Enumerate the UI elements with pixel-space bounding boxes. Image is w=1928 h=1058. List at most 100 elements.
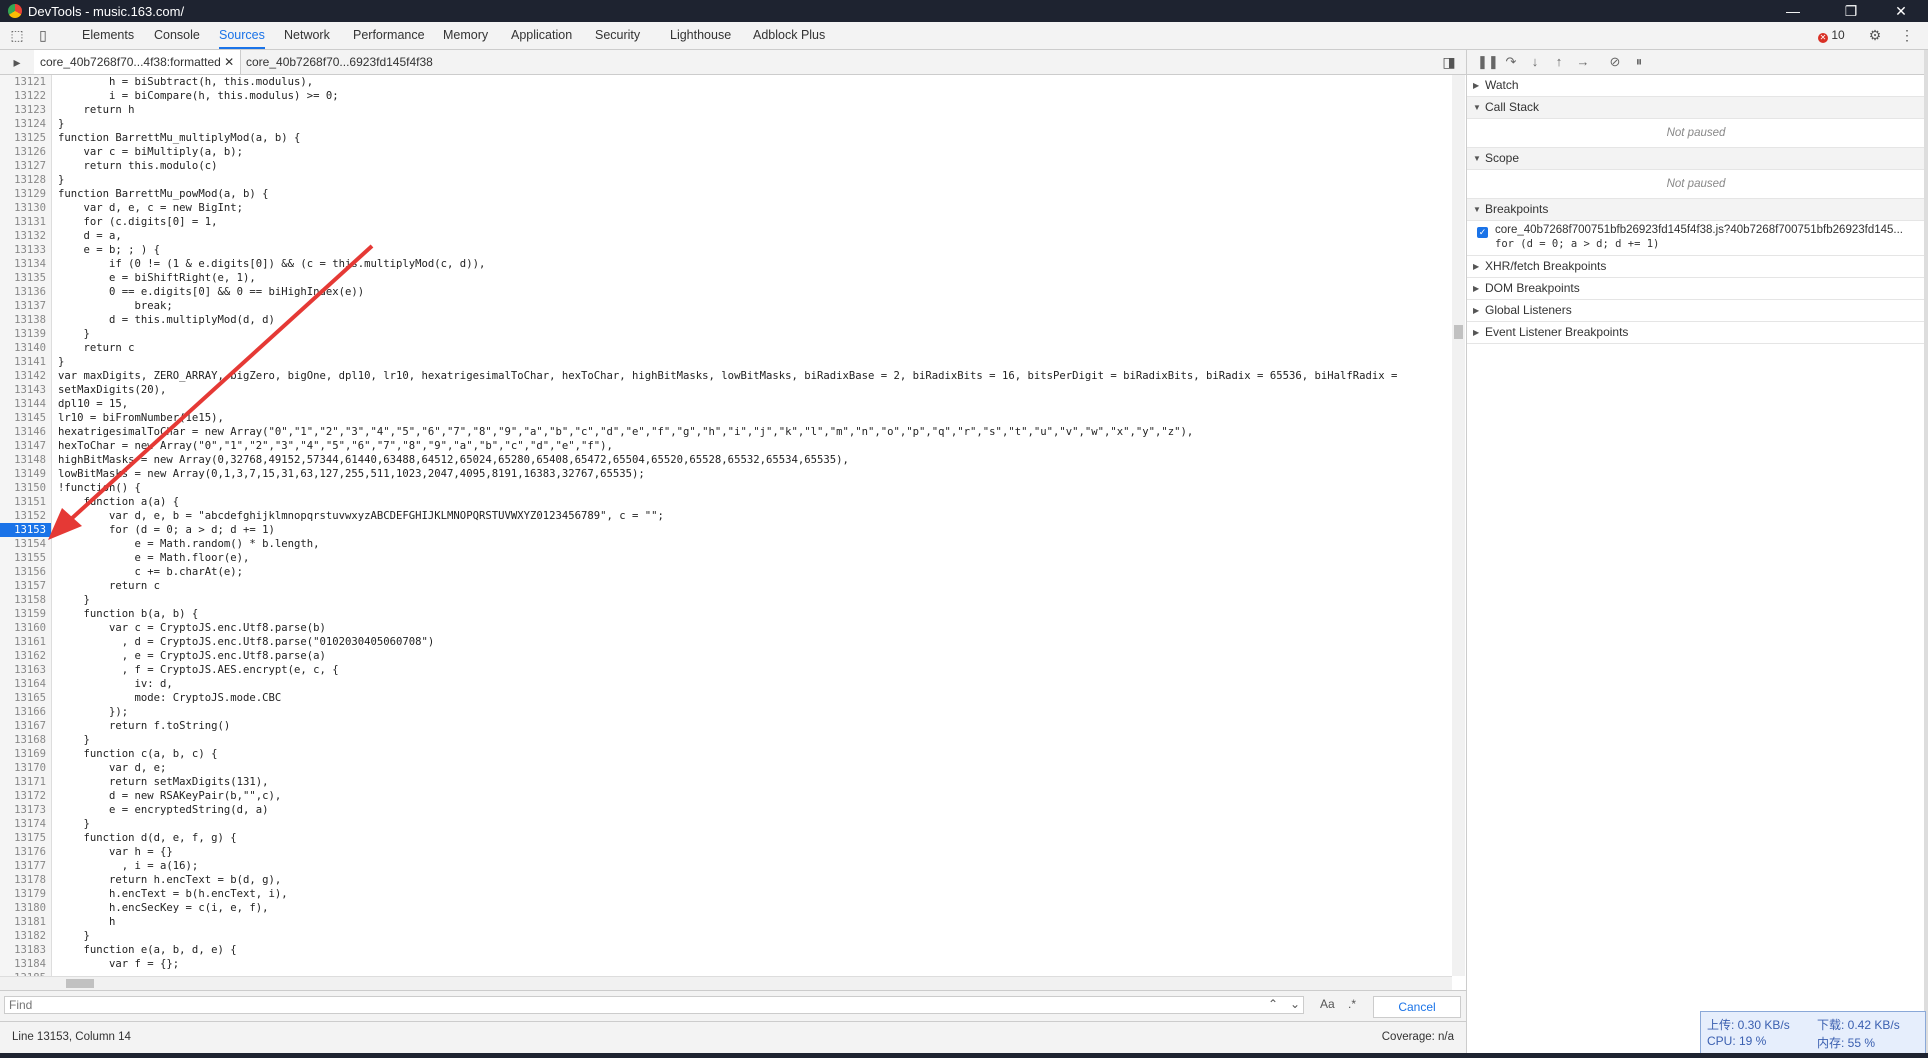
line-number[interactable]: 13163: [0, 663, 52, 677]
code-line[interactable]: 13135 e = biShiftRight(e, 1),: [0, 271, 1452, 285]
code-line[interactable]: 13146 hexatrigesimalToChar = new Array("0…: [0, 425, 1452, 439]
line-number[interactable]: 13157: [0, 579, 52, 593]
line-number[interactable]: 13145: [0, 411, 52, 425]
line-number[interactable]: 13132: [0, 229, 52, 243]
code-line[interactable]: 13175 function d(d, e, f, g) {: [0, 831, 1452, 845]
line-number[interactable]: 13139: [0, 327, 52, 341]
code-line[interactable]: 13145 lr10 = biFromNumber(1e15),: [0, 411, 1452, 425]
line-number[interactable]: 13175: [0, 831, 52, 845]
line-number[interactable]: 13151: [0, 495, 52, 509]
code-line[interactable]: 13154 e = Math.random() * b.length,: [0, 537, 1452, 551]
line-number[interactable]: 13140: [0, 341, 52, 355]
line-number[interactable]: 13179: [0, 887, 52, 901]
code-line[interactable]: 13165 mode: CryptoJS.mode.CBC: [0, 691, 1452, 705]
line-number[interactable]: 13128: [0, 173, 52, 187]
code-line[interactable]: 13140 return c: [0, 341, 1452, 355]
code-line[interactable]: 13183 function e(a, b, d, e) {: [0, 943, 1452, 957]
watch-section[interactable]: ▶ Watch: [1467, 75, 1925, 97]
breakpoints-section[interactable]: ▼ Breakpoints: [1467, 199, 1925, 221]
line-number[interactable]: 13146: [0, 425, 52, 439]
line-number[interactable]: 13180: [0, 901, 52, 915]
code-line[interactable]: 13131 for (c.digits[0] = 1,: [0, 215, 1452, 229]
line-number[interactable]: 13147: [0, 439, 52, 453]
line-number[interactable]: 13124: [0, 117, 52, 131]
code-line[interactable]: 13122 i = biCompare(h, this.modulus) >= …: [0, 89, 1452, 103]
code-line[interactable]: 13141}: [0, 355, 1452, 369]
code-line[interactable]: 13151 function a(a) {: [0, 495, 1452, 509]
line-number[interactable]: 13130: [0, 201, 52, 215]
line-number[interactable]: 13184: [0, 957, 52, 971]
code-line[interactable]: 13169 function c(a, b, c) {: [0, 747, 1452, 761]
step-into-icon[interactable]: ↓: [1527, 54, 1543, 70]
line-number[interactable]: 13149: [0, 467, 52, 481]
line-number[interactable]: 13168: [0, 733, 52, 747]
line-number[interactable]: 13125: [0, 131, 52, 145]
scroll-thumb[interactable]: [66, 979, 94, 988]
code-line[interactable]: 13125 function BarrettMu_multiplyMod(a, b…: [0, 131, 1452, 145]
code-line[interactable]: 13144 dpl10 = 15,: [0, 397, 1452, 411]
code-line[interactable]: 13180 h.encSecKey = c(i, e, f),: [0, 901, 1452, 915]
line-number[interactable]: 13141: [0, 355, 52, 369]
toggle-navigator-icon[interactable]: ▸: [8, 53, 26, 71]
line-number[interactable]: 13166: [0, 705, 52, 719]
regex-button[interactable]: .*: [1348, 997, 1356, 1011]
xhr-breakpoints-section[interactable]: ▶ XHR/fetch Breakpoints: [1467, 256, 1925, 278]
line-number[interactable]: 13183: [0, 943, 52, 957]
code-line[interactable]: 13170 var d, e;: [0, 761, 1452, 775]
code-line[interactable]: 13181 h: [0, 915, 1452, 929]
tab-lighthouse[interactable]: Lighthouse: [670, 22, 731, 49]
line-number[interactable]: 13162: [0, 649, 52, 663]
more-options-icon[interactable]: ⋮: [1898, 26, 1916, 44]
line-number[interactable]: 13129: [0, 187, 52, 201]
file-tab-formatted[interactable]: core_40b7268f70...4f38:formatted ✕: [34, 50, 242, 74]
line-number[interactable]: 13131: [0, 215, 52, 229]
code-line[interactable]: 13160 var c = CryptoJS.enc.Utf8.parse(b): [0, 621, 1452, 635]
line-number[interactable]: 13176: [0, 845, 52, 859]
code-line[interactable]: 13161 , d = CryptoJS.enc.Utf8.parse("010…: [0, 635, 1452, 649]
tab-elements[interactable]: Elements: [82, 22, 134, 49]
code-line[interactable]: 13137 break;: [0, 299, 1452, 313]
device-toolbar-icon[interactable]: ▯: [34, 26, 52, 44]
code-line[interactable]: 13182 }: [0, 929, 1452, 943]
code-line[interactable]: 13143 setMaxDigits(20),: [0, 383, 1452, 397]
deactivate-breakpoints-icon[interactable]: ⊘: [1607, 54, 1623, 70]
line-number[interactable]: 13152: [0, 509, 52, 523]
line-number[interactable]: 13156: [0, 565, 52, 579]
code-line[interactable]: 13156 c += b.charAt(e);: [0, 565, 1452, 579]
code-line[interactable]: 13128}: [0, 173, 1452, 187]
line-number[interactable]: 13122: [0, 89, 52, 103]
close-tab-icon[interactable]: ✕: [224, 55, 234, 69]
step-over-icon[interactable]: ↷: [1503, 54, 1519, 70]
code-line[interactable]: 13149 lowBitMasks = new Array(0,1,3,7,15,…: [0, 467, 1452, 481]
code-line[interactable]: 13150 !function() {: [0, 481, 1452, 495]
line-number[interactable]: 13173: [0, 803, 52, 817]
code-line[interactable]: 13177 , i = a(16);: [0, 859, 1452, 873]
find-next-icon[interactable]: ⌄: [1290, 997, 1300, 1011]
code-line[interactable]: 13155 e = Math.floor(e),: [0, 551, 1452, 565]
code-line[interactable]: 13178 return h.encText = b(d, g),: [0, 873, 1452, 887]
code-line[interactable]: 13127 return this.modulo(c): [0, 159, 1452, 173]
line-number[interactable]: 13126: [0, 145, 52, 159]
line-number[interactable]: 13172: [0, 789, 52, 803]
sidebar-scrollbar[interactable]: [1924, 50, 1928, 1053]
code-line[interactable]: 13174 }: [0, 817, 1452, 831]
code-line[interactable]: 13126 var c = biMultiply(a, b);: [0, 145, 1452, 159]
code-line[interactable]: 13172 d = new RSAKeyPair(b,"",c),: [0, 789, 1452, 803]
breakpoint-checkbox[interactable]: ✓: [1477, 227, 1488, 238]
dom-breakpoints-section[interactable]: ▶ DOM Breakpoints: [1467, 278, 1925, 300]
line-number[interactable]: 13138: [0, 313, 52, 327]
code-line[interactable]: 13166 });: [0, 705, 1452, 719]
tab-security[interactable]: Security: [595, 22, 640, 49]
line-number[interactable]: 13164: [0, 677, 52, 691]
line-number[interactable]: 13170: [0, 761, 52, 775]
file-tab-source[interactable]: core_40b7268f70...6923fd145f4f38: [240, 50, 439, 74]
editor-horizontal-scrollbar[interactable]: [0, 976, 1452, 990]
code-line[interactable]: 13121 h = biSubtract(h, this.modulus),: [0, 75, 1452, 89]
line-number[interactable]: 13135: [0, 271, 52, 285]
code-line[interactable]: 13159 function b(a, b) {: [0, 607, 1452, 621]
code-line[interactable]: 13124}: [0, 117, 1452, 131]
code-line[interactable]: 13163 , f = CryptoJS.AES.encrypt(e, c, {: [0, 663, 1452, 677]
scope-section[interactable]: ▼ Scope: [1467, 148, 1925, 170]
code-line[interactable]: 13134 if (0 != (1 & e.digits[0]) && (c =…: [0, 257, 1452, 271]
code-line[interactable]: 13148 highBitMasks = new Array(0,32768,49…: [0, 453, 1452, 467]
